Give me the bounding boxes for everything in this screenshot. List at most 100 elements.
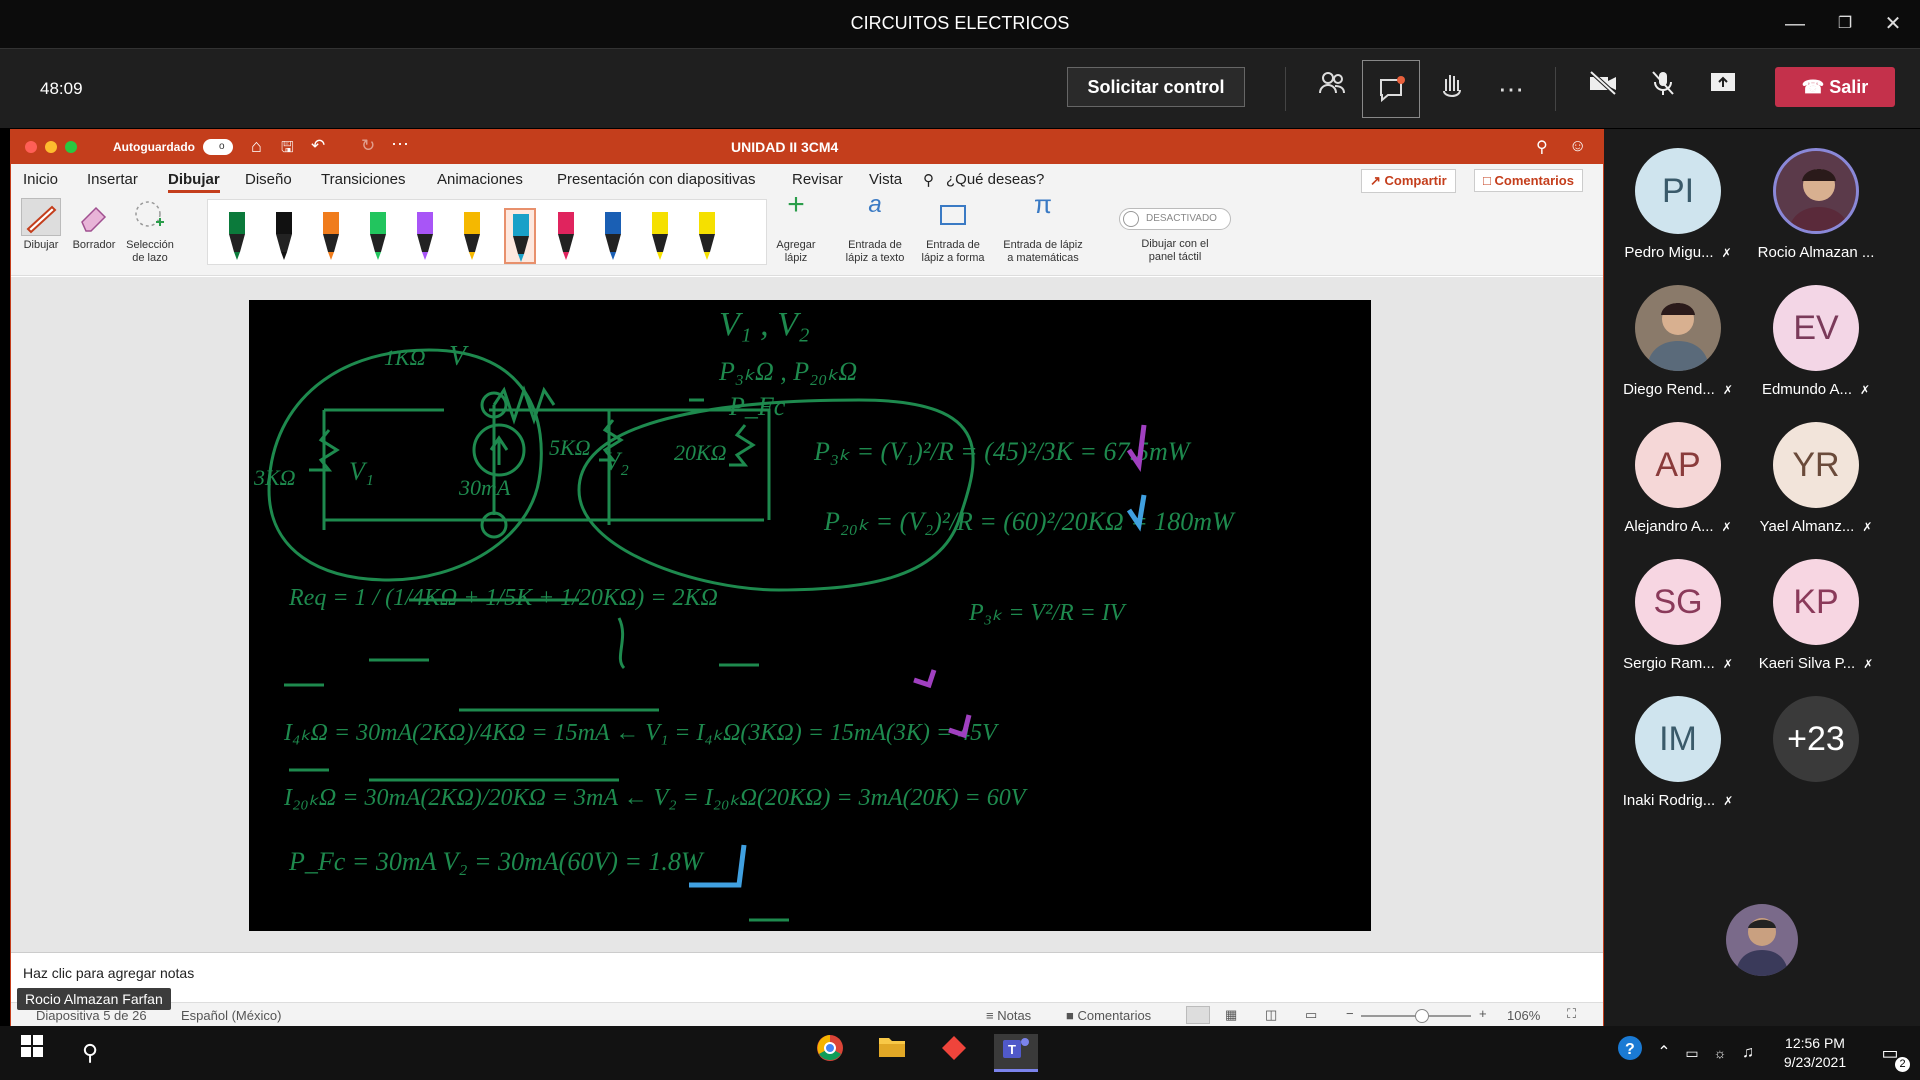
notes-placeholder: Haz clic para agregar notas [23,965,195,981]
participant-tile[interactable]: Diego Rend... ✗ [1613,285,1743,398]
board-p3k: P₃ₖ = V²/R = IV [968,600,1127,626]
reading-view-icon[interactable]: ◫ [1265,1007,1277,1023]
tab-presentacion[interactable]: Presentación con diapositivas [557,171,755,188]
zoom-dot-icon[interactable] [65,141,77,153]
save-icon[interactable]: 🖫 [281,137,294,162]
pen-2[interactable] [269,208,301,264]
share-tray-icon[interactable] [1703,69,1743,109]
board-eq2: P₂₀ₖ = (V₂)²/R = (60)²/20KΩ = 180mW [823,507,1236,536]
share-icon: ↗ [1370,173,1381,188]
redo-icon[interactable]: ↻ [361,136,375,156]
close-dot-icon[interactable] [25,141,37,153]
participant-tile[interactable]: AP Alejandro A... ✗ [1613,422,1743,535]
participant-tile[interactable]: PI Pedro Migu... ✗ [1613,148,1743,261]
add-pen-label-1: Agregar [776,239,816,251]
pen-7[interactable] [504,208,536,264]
lasso-tool[interactable]: Selección de lazo [123,198,177,265]
slide-canvas[interactable]: V₁ , V₂ P₃ₖΩ , P₂₀ₖΩ P_Fc 1KΩ V 3KΩ V₁ 3… [11,277,1603,952]
tab-dibujar[interactable]: Dibujar [168,171,220,193]
participant-tile[interactable]: IM Inaki Rodrig... ✗ [1613,696,1743,809]
participant-tile[interactable]: KP Kaeri Silva P... ✗ [1751,559,1881,672]
leave-button[interactable]: ☎ Salir [1775,67,1895,107]
participant-tile[interactable]: SG Sergio Ram... ✗ [1613,559,1743,672]
eraser-tool[interactable]: Borrador [69,198,119,252]
pen-9[interactable] [598,208,630,264]
anydesk-icon[interactable] [932,1034,976,1072]
raise-hand-icon[interactable] [1432,69,1472,109]
participant-name: Kaeri Silva P... ✗ [1751,655,1881,672]
volume-icon[interactable]: ♫ [1726,1034,1770,1072]
minimize-icon[interactable]: — [1775,9,1815,39]
zoom-level[interactable]: 106% [1507,1008,1540,1023]
ink-to-math-tool[interactable]: π Entrada de lápiz a matemáticas [995,191,1091,265]
share-button[interactable]: ↗ Compartir [1361,169,1456,193]
zoom-out-icon[interactable]: − [1346,1006,1354,1021]
tab-insertar[interactable]: Insertar [87,171,138,188]
autosave-toggle[interactable]: o [203,139,233,155]
board-top2: P₃ₖΩ , P₂₀ₖΩ [718,357,857,386]
zoom-in-icon[interactable]: + [1479,1006,1487,1021]
pen-10[interactable] [645,208,677,264]
zoom-slider-knob[interactable] [1414,1009,1429,1023]
close-icon[interactable]: ✕ [1873,9,1913,39]
notes-toggle[interactable]: ≡ Notas [986,1008,1031,1023]
comments-button[interactable]: □ Comentarios [1474,169,1583,192]
pen-11[interactable] [692,208,724,264]
pen-6[interactable] [457,208,489,264]
fit-slide-icon[interactable]: ⛶ [1567,1006,1576,1022]
teams-icon[interactable]: T [994,1034,1038,1072]
more-icon[interactable]: ⋯ [391,134,409,155]
file-explorer-icon[interactable] [870,1034,914,1072]
tab-diseno[interactable]: Diseño [245,171,292,188]
tell-me-input[interactable]: ¿Qué deseas? [946,171,1044,188]
mic-off-icon[interactable] [1643,69,1683,109]
eraser-label: Borrador [72,239,116,251]
draw-tool[interactable]: Dibujar [19,198,63,252]
participant-tile[interactable]: EV Edmundo A... ✗ [1751,285,1881,398]
tab-animaciones[interactable]: Animaciones [437,171,523,188]
ink-shape-icon [915,198,991,236]
tab-transiciones[interactable]: Transiciones [321,171,405,188]
minimize-dot-icon[interactable] [45,141,57,153]
avatar: PI [1635,148,1721,234]
participant-tile[interactable]: +23 [1751,696,1881,782]
touchpad-toggle[interactable]: DESACTIVADO [1119,208,1231,230]
slide[interactable]: V₁ , V₂ P₃ₖΩ , P₂₀ₖΩ P_Fc 1KΩ V 3KΩ V₁ 3… [249,300,1371,931]
zoom-slider[interactable] [1361,1009,1471,1023]
pen-3[interactable] [316,208,348,264]
home-icon[interactable]: ⌂ [251,136,262,157]
language[interactable]: Español (México) [181,1008,281,1023]
tab-revisar[interactable]: Revisar [792,171,843,188]
chat-icon[interactable] [1362,60,1420,118]
slideshow-view-icon[interactable]: ▭ [1305,1007,1317,1023]
participant-tile[interactable]: YR Yael Almanz... ✗ [1751,422,1881,535]
sorter-view-icon[interactable]: ▦ [1225,1007,1237,1023]
notes-pane[interactable]: Haz clic para agregar notas [11,952,1603,1002]
search-icon[interactable]: ⚲ [68,1034,112,1072]
chrome-icon[interactable] [808,1034,852,1072]
participants-icon[interactable] [1312,69,1352,109]
pen-1[interactable] [222,208,254,264]
more-options-icon[interactable]: ⋯ [1491,69,1531,109]
windows-start-icon[interactable] [10,1034,54,1072]
search-icon[interactable]: ⚲ [1536,137,1548,157]
request-control-button[interactable]: Solicitar control [1067,67,1245,107]
add-pen-tool[interactable]: + Agregar lápiz [771,190,821,265]
pen-5[interactable] [410,208,442,264]
undo-icon[interactable]: ↶ [311,136,325,156]
self-video-avatar[interactable] [1726,904,1798,976]
tab-inicio[interactable]: Inicio [23,171,58,188]
normal-view-icon[interactable] [1186,1006,1210,1024]
participant-tile[interactable]: Rocio Almazan ... [1751,148,1881,261]
ink-to-shape-tool[interactable]: Entrada de lápiz a forma [915,198,991,265]
comments-toggle[interactable]: ■ Comentarios [1066,1008,1151,1023]
pen-8[interactable] [551,208,583,264]
smiley-icon[interactable]: ☺ [1569,136,1586,156]
camera-off-icon[interactable] [1583,69,1623,109]
tab-vista[interactable]: Vista [869,171,902,188]
ink-to-text-tool[interactable]: a Entrada de lápiz a texto [837,193,913,265]
clock[interactable]: 12:56 PM 9/23/2021 [1770,1034,1860,1072]
notification-icon[interactable]: ▭ 2 [1868,1034,1912,1072]
pen-4[interactable] [363,208,395,264]
restore-icon[interactable]: ❐ [1825,9,1865,39]
